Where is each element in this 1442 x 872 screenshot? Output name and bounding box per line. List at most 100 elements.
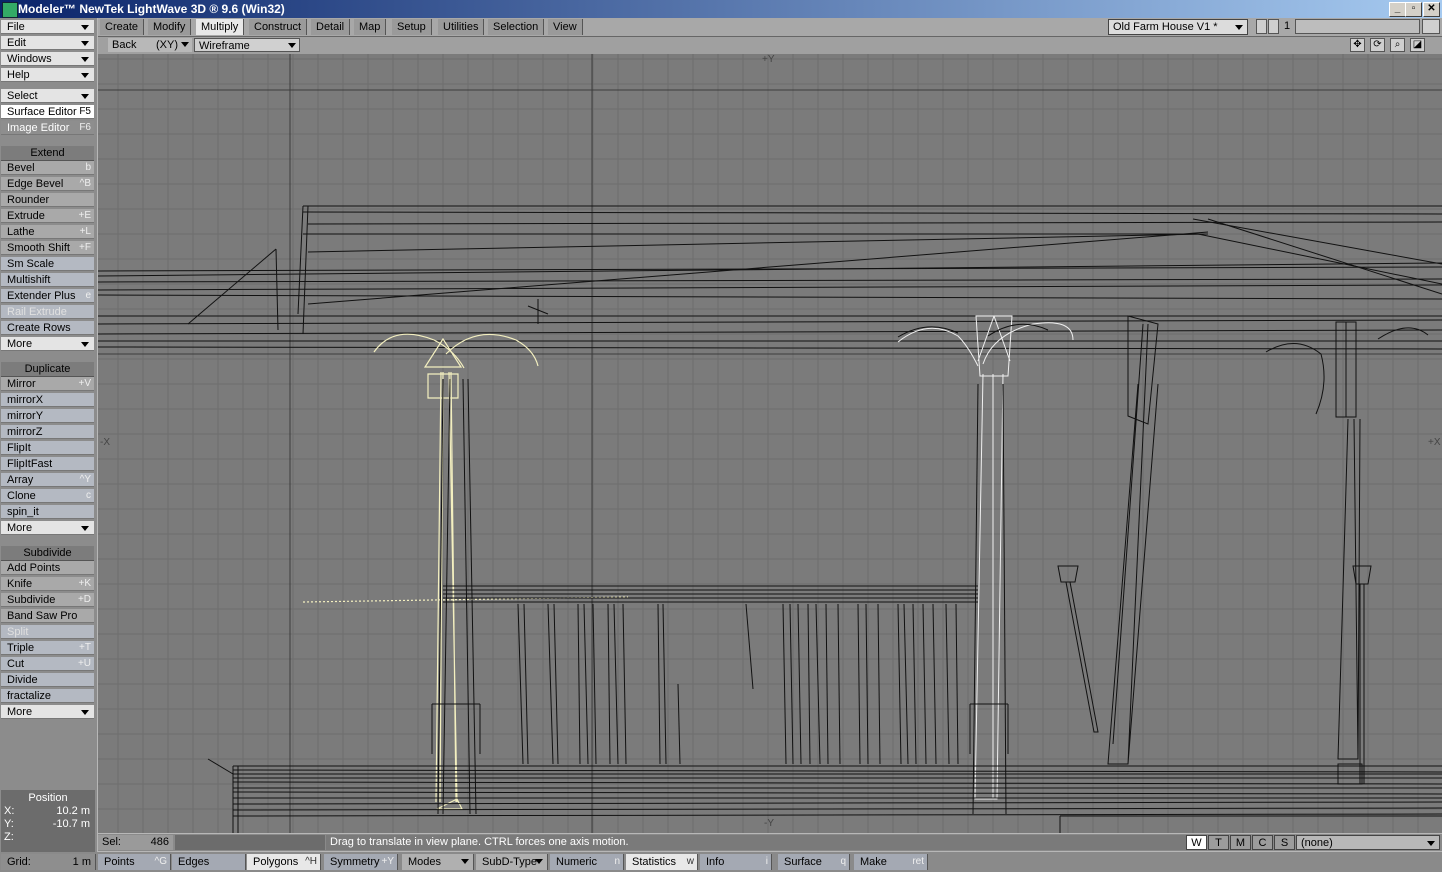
surface-button[interactable]: Surface q <box>778 854 850 870</box>
restore-button[interactable]: ▫ <box>1405 2 1422 17</box>
split-button[interactable]: Split <box>1 625 94 639</box>
tab-view[interactable]: View <box>548 19 583 35</box>
bevel-button[interactable]: Bevel b <box>1 161 94 175</box>
mirrorz-button[interactable]: mirrorZ <box>1 425 94 439</box>
object-selector[interactable]: Old Farm House V1 * <box>1108 19 1248 35</box>
wireframe-canvas[interactable] <box>98 54 1442 833</box>
shortcut-label: +T <box>79 642 91 653</box>
layer-bank[interactable] <box>1295 19 1420 34</box>
smooth-shift-button[interactable]: Smooth Shift +F <box>1 241 94 255</box>
button-label: FlipIt <box>7 442 31 454</box>
subdivide-button[interactable]: Subdivide +D <box>1 593 94 607</box>
weight-toggle[interactable]: W <box>1186 835 1207 850</box>
fractalize-button[interactable]: fractalize <box>1 689 94 703</box>
vertex-map-selector[interactable]: (none) <box>1296 835 1440 850</box>
extender-plus-button[interactable]: Extender Plus e <box>1 289 94 303</box>
image-editor-button[interactable]: Image Editor F6 <box>1 121 94 135</box>
divide-button[interactable]: Divide <box>1 673 94 687</box>
modes-dropdown[interactable]: Modes <box>402 854 474 870</box>
button-label: Smooth Shift <box>7 242 70 254</box>
rail-extrude-button[interactable]: Rail Extrude <box>1 305 94 319</box>
app-icon <box>2 2 18 18</box>
button-label: Multishift <box>7 274 51 286</box>
array-button[interactable]: Array ^Y <box>1 473 94 487</box>
button-label: Divide <box>7 674 38 686</box>
morph-toggle[interactable]: M <box>1230 835 1251 850</box>
tab-setup[interactable]: Setup <box>392 19 432 35</box>
clone-button[interactable]: Clone c <box>1 489 94 503</box>
maximize-view-icon[interactable]: ◪ <box>1410 38 1425 52</box>
make-button[interactable]: Make ret <box>854 854 928 870</box>
select-menu[interactable]: Select <box>1 89 94 103</box>
symmetry-button[interactable]: Symmetry +Y <box>324 854 398 870</box>
prev-layer-button[interactable] <box>1256 19 1267 34</box>
next-layer-button[interactable] <box>1268 19 1279 34</box>
triple-button[interactable]: Triple +T <box>1 641 94 655</box>
knife-button[interactable]: Knife +K <box>1 577 94 591</box>
lamp-post-white <box>897 315 1074 800</box>
extend-more-button[interactable]: More <box>1 337 94 351</box>
subd-type-dropdown[interactable]: SubD-Type <box>476 854 548 870</box>
color-toggle[interactable]: C <box>1252 835 1273 850</box>
image-editor-label: Image Editor <box>7 122 70 134</box>
tab-detail[interactable]: Detail <box>311 19 351 35</box>
position-y: Y: -10.7 m <box>4 818 92 830</box>
zoom-view-icon[interactable]: ⌕ <box>1390 38 1405 52</box>
add-points-button[interactable]: Add Points <box>1 561 94 575</box>
tab-create[interactable]: Create <box>100 19 145 35</box>
tab-multiply[interactable]: Multiply <box>196 19 245 35</box>
info-button[interactable]: Info i <box>700 854 772 870</box>
create-rows-button[interactable]: Create Rows <box>1 321 94 335</box>
sm-scale-button[interactable]: Sm Scale <box>1 257 94 271</box>
points-mode-button[interactable]: Points ^G <box>98 854 171 870</box>
edit-menu[interactable]: Edit <box>1 36 94 50</box>
tab-modify[interactable]: Modify <box>148 19 192 35</box>
cut-button[interactable]: Cut +U <box>1 657 94 671</box>
sel-label: Sel: <box>102 836 121 848</box>
help-menu[interactable]: Help <box>1 68 94 82</box>
chevron-down-icon <box>1427 841 1435 846</box>
chevron-down-icon <box>81 57 89 62</box>
rotate-view-icon[interactable]: ⟳ <box>1370 38 1385 52</box>
extrude-button[interactable]: Extrude +E <box>1 209 94 223</box>
tab-map[interactable]: Map <box>354 19 387 35</box>
button-label: Split <box>7 626 29 638</box>
render-mode-selector[interactable]: Wireframe <box>194 38 300 52</box>
windows-menu[interactable]: Windows <box>1 52 94 66</box>
statistics-button[interactable]: Statistics w <box>626 854 698 870</box>
texture-toggle[interactable]: T <box>1208 835 1229 850</box>
flipitfast-button[interactable]: FlipItFast <box>1 457 94 471</box>
tab-selection[interactable]: Selection <box>488 19 545 35</box>
tab-construct[interactable]: Construct <box>249 19 308 35</box>
view-type-selector[interactable]: Back (XY) <box>108 38 192 52</box>
mirror-button[interactable]: Mirror +V <box>1 377 94 391</box>
button-label: Make <box>860 856 887 868</box>
surface-editor-button[interactable]: Surface Editor F5 <box>1 105 94 119</box>
polygons-mode-button[interactable]: Polygons ^H <box>247 854 321 870</box>
band-saw-pro-button[interactable]: Band Saw Pro <box>1 609 94 623</box>
button-label: Edge Bevel <box>7 178 64 190</box>
viewport-back-xy[interactable]: +Y -Y -X +X <box>98 54 1442 833</box>
chevron-down-icon <box>535 859 543 864</box>
edge-bevel-button[interactable]: Edge Bevel ^B <box>1 177 94 191</box>
rounder-button[interactable]: Rounder <box>1 193 94 207</box>
edges-mode-button[interactable]: Edges <box>172 854 246 870</box>
tab-utilities[interactable]: Utilities <box>438 19 485 35</box>
button-label: FlipItFast <box>7 458 53 470</box>
spin-it-button[interactable]: spin_it <box>1 505 94 519</box>
subdivide-more-button[interactable]: More <box>1 705 94 719</box>
duplicate-more-button[interactable]: More <box>1 521 94 535</box>
mirrory-button[interactable]: mirrorY <box>1 409 94 423</box>
minimize-button[interactable]: _ <box>1389 2 1406 17</box>
layer-menu-button[interactable] <box>1422 19 1440 34</box>
lathe-button[interactable]: Lathe +L <box>1 225 94 239</box>
move-view-icon[interactable]: ✥ <box>1350 38 1365 52</box>
numeric-button[interactable]: Numeric n <box>550 854 624 870</box>
file-menu[interactable]: File <box>1 20 94 34</box>
selection-set-toggle[interactable]: S <box>1274 835 1295 850</box>
mirrorx-button[interactable]: mirrorX <box>1 393 94 407</box>
flipit-button[interactable]: FlipIt <box>1 441 94 455</box>
close-button[interactable]: ✕ <box>1423 2 1440 17</box>
layer-number: 1 <box>1284 20 1291 32</box>
multishift-button[interactable]: Multishift <box>1 273 94 287</box>
